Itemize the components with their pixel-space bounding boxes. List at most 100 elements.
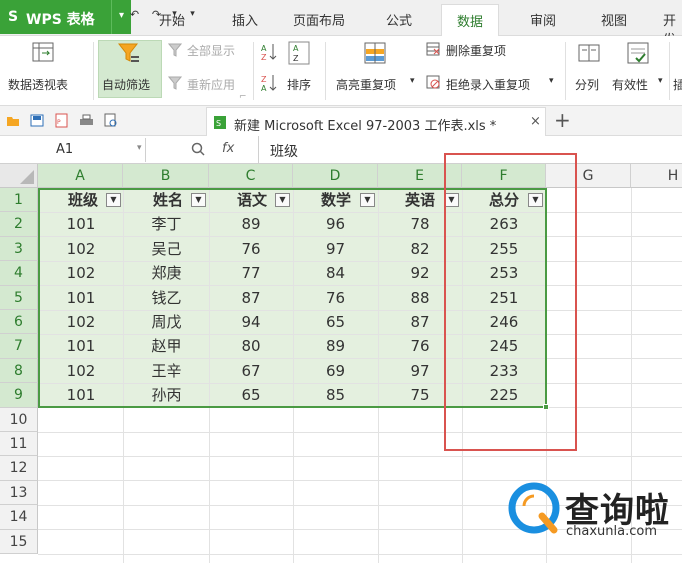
name-box-dropdown-icon[interactable]: ▾ — [137, 143, 142, 153]
filter-options-icon[interactable]: ⌐ — [239, 92, 247, 102]
select-all-corner[interactable] — [0, 164, 38, 188]
cell-math[interactable]: 76 — [293, 286, 378, 310]
row-header[interactable]: 5 — [0, 285, 38, 310]
row-header[interactable]: 7 — [0, 334, 38, 359]
tab-page-layout[interactable]: 页面布局 — [293, 10, 345, 29]
filter-dropdown-icon[interactable]: ▼ — [360, 193, 375, 207]
sort-custom-icon[interactable]: A Z — [288, 41, 310, 65]
cell-class[interactable]: 102 — [39, 359, 123, 383]
cell-chinese[interactable]: 77 — [209, 261, 293, 285]
cell-chinese[interactable]: 65 — [209, 383, 293, 407]
highlight-dropdown-icon[interactable]: ▾ — [410, 76, 415, 86]
cell-math[interactable]: 85 — [293, 383, 378, 407]
formula-input[interactable]: 班级 — [270, 141, 298, 161]
tab-data[interactable]: 数据 — [441, 4, 499, 36]
cell-name[interactable]: 孙丙 — [124, 383, 209, 407]
save-icon[interactable] — [30, 114, 44, 127]
cell-chinese[interactable]: 87 — [209, 286, 293, 310]
cell-math[interactable]: 84 — [293, 261, 378, 285]
cell-name[interactable]: 赵甲 — [124, 334, 209, 358]
cell-name[interactable]: 吴己 — [124, 237, 209, 261]
cell-class[interactable]: 102 — [39, 261, 123, 285]
new-tab-icon[interactable]: + — [554, 108, 571, 132]
cell-name[interactable]: 郑庚 — [124, 261, 209, 285]
tab-view[interactable]: 视图 — [601, 10, 627, 29]
pivot-table-button[interactable]: 数据透视表 — [8, 76, 68, 93]
filter-dropdown-icon[interactable]: ▼ — [275, 193, 290, 207]
header-cell-name[interactable]: 姓名 — [140, 188, 196, 212]
reject-dropdown-icon[interactable]: ▾ — [549, 76, 554, 86]
cell-class[interactable]: 101 — [39, 212, 123, 236]
remove-duplicates-button[interactable]: 删除重复项 — [446, 42, 506, 59]
tab-insert[interactable]: 插入 — [232, 10, 258, 29]
insert-function-icon[interactable]: fx — [222, 141, 234, 156]
validity-button[interactable]: 有效性 — [612, 76, 648, 93]
header-cell-chinese[interactable]: 语文 — [224, 188, 280, 212]
print-icon[interactable] — [79, 114, 94, 127]
row-header[interactable]: 6 — [0, 310, 38, 335]
header-cell-english[interactable]: 英语 — [392, 188, 448, 212]
row-header[interactable]: 11 — [0, 432, 38, 457]
reapply-button[interactable]: 重新应用 — [187, 76, 235, 93]
cell-class[interactable]: 102 — [39, 237, 123, 261]
cell-math[interactable]: 65 — [293, 310, 378, 334]
show-all-button[interactable]: 全部显示 — [187, 42, 235, 59]
cell-chinese[interactable]: 67 — [209, 359, 293, 383]
cell-name[interactable]: 钱乙 — [124, 286, 209, 310]
cell-class[interactable]: 102 — [39, 310, 123, 334]
document-tab[interactable]: S 新建 Microsoft Excel 97-2003 工作表.xls * × — [206, 107, 546, 136]
cell-chinese[interactable]: 94 — [209, 310, 293, 334]
filter-dropdown-icon[interactable]: ▼ — [106, 193, 121, 207]
name-box[interactable]: A1 — [0, 138, 146, 162]
cell-chinese[interactable]: 76 — [209, 237, 293, 261]
row-header[interactable]: 1 — [0, 188, 38, 213]
cell-chinese[interactable]: 80 — [209, 334, 293, 358]
print-preview-icon[interactable] — [104, 113, 118, 128]
cell-class[interactable]: 101 — [39, 286, 123, 310]
row-header[interactable]: 2 — [0, 212, 38, 237]
row-header[interactable]: 9 — [0, 383, 38, 408]
cell-name[interactable]: 王辛 — [124, 359, 209, 383]
header-cell-math[interactable]: 数学 — [308, 188, 364, 212]
cell-name[interactable]: 周戊 — [124, 310, 209, 334]
zoom-function-icon[interactable] — [191, 142, 205, 156]
row-header[interactable]: 4 — [0, 261, 38, 286]
tab-formula[interactable]: 公式 — [386, 10, 412, 29]
cell-class[interactable]: 101 — [39, 383, 123, 407]
tab-list-icon[interactable]: ▾ — [186, 8, 199, 21]
cell-chinese[interactable]: 89 — [209, 212, 293, 236]
export-pdf-icon[interactable]: P — [55, 113, 69, 128]
col-header-h[interactable]: H — [631, 164, 682, 188]
row-header[interactable]: 10 — [0, 407, 38, 432]
sort-ascending-icon[interactable]: A Z — [260, 42, 278, 62]
row-header[interactable]: 13 — [0, 480, 38, 506]
cell-class[interactable]: 101 — [39, 334, 123, 358]
reject-duplicates-button[interactable]: 拒绝录入重复项 — [446, 76, 530, 93]
row-header[interactable]: 15 — [0, 529, 38, 554]
col-header-a[interactable]: A — [38, 164, 123, 188]
sort-button[interactable]: 排序 — [287, 76, 311, 93]
sort-descending-icon[interactable]: Z A — [260, 73, 278, 93]
row-header[interactable]: 14 — [0, 505, 38, 530]
filter-dropdown-icon[interactable]: ▼ — [191, 193, 206, 207]
col-header-d[interactable]: D — [293, 164, 378, 188]
undo-icon[interactable]: ↶ — [128, 8, 141, 21]
quick-access-more-icon[interactable]: ▾ — [168, 8, 181, 21]
close-tab-icon[interactable]: × — [530, 114, 541, 129]
cell-name[interactable]: 李丁 — [124, 212, 209, 236]
validity-dropdown-icon[interactable]: ▾ — [658, 76, 663, 86]
header-cell-class[interactable]: 班级 — [55, 188, 111, 212]
cell-math[interactable]: 97 — [293, 237, 378, 261]
row-header[interactable]: 8 — [0, 358, 38, 384]
split-column-button[interactable]: 分列 — [575, 76, 599, 93]
cell-math[interactable]: 96 — [293, 212, 378, 236]
cell-math[interactable]: 89 — [293, 334, 378, 358]
open-folder-icon[interactable] — [6, 114, 20, 127]
redo-icon[interactable]: ↷ — [150, 8, 163, 21]
row-header[interactable]: 3 — [0, 236, 38, 262]
col-header-b[interactable]: B — [123, 164, 209, 188]
app-menu-button[interactable]: S WPS 表格 ▾ — [0, 0, 131, 34]
row-header[interactable]: 12 — [0, 456, 38, 481]
cell-math[interactable]: 69 — [293, 359, 378, 383]
ribbon-overflow-label[interactable]: 插 — [673, 76, 682, 93]
